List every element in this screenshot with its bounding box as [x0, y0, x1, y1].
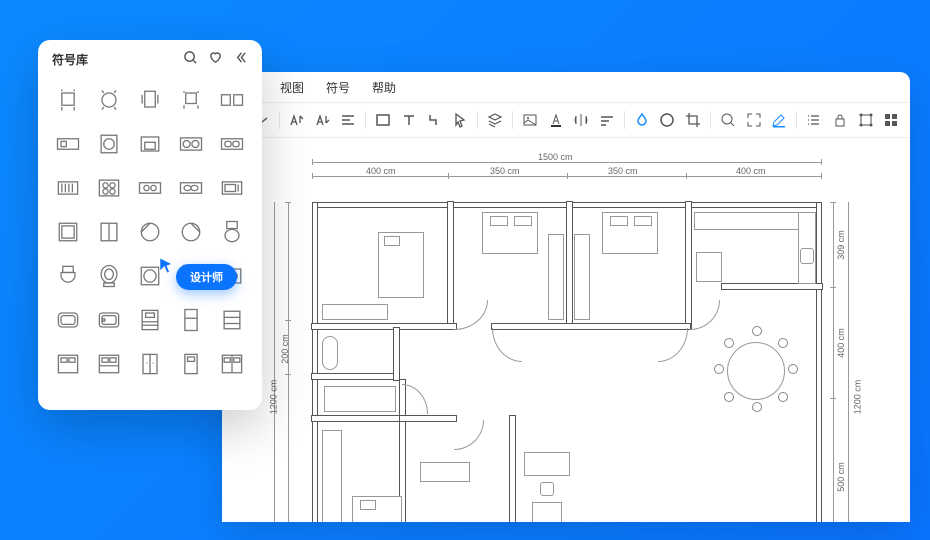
crop-icon[interactable] — [684, 111, 702, 129]
sym-toilet-side2[interactable] — [48, 256, 87, 296]
menu-help[interactable]: 帮助 — [372, 79, 396, 96]
shape-circle-icon[interactable] — [659, 111, 677, 129]
panel-title: 符号库 — [52, 51, 88, 68]
dim-total-w: 1500 cm — [538, 152, 573, 162]
sym-door-arc-l[interactable] — [130, 212, 169, 252]
symbol-grid — [38, 78, 262, 394]
dim-r2: 400 cm — [836, 328, 846, 358]
dim-w2: 350 cm — [490, 166, 520, 176]
dim-l-total: 1200 cm — [268, 380, 278, 415]
sym-oven[interactable] — [130, 124, 169, 164]
sym-bed-double2[interactable] — [89, 344, 128, 384]
dim-r3: 500 cm — [836, 462, 846, 492]
sym-wardrobe[interactable] — [130, 344, 169, 384]
sym-chair-arm[interactable] — [130, 80, 169, 120]
symbol-panel: 符号库 — [38, 40, 262, 410]
zoom-icon[interactable] — [719, 111, 737, 129]
cursor-label: 设计师 — [176, 264, 237, 290]
sym-toilet-top[interactable] — [89, 256, 128, 296]
app-window: 样式 视图 符号 帮助 12 — [222, 72, 910, 522]
sym-sink2[interactable] — [213, 124, 252, 164]
font-size-up-icon[interactable] — [288, 111, 306, 129]
sym-door-rect[interactable] — [48, 212, 87, 252]
sym-double-square[interactable] — [213, 80, 252, 120]
sym-bed-twin[interactable] — [213, 344, 252, 384]
dim-w3: 350 cm — [608, 166, 638, 176]
more-icon[interactable] — [882, 111, 900, 129]
collapse-icon[interactable] — [233, 50, 248, 68]
align-icon[interactable] — [340, 111, 358, 129]
sym-microwave[interactable] — [213, 168, 252, 208]
cursor-pointer-icon — [158, 256, 176, 279]
dim-r1: 309 cm — [836, 230, 846, 260]
rect-icon[interactable] — [374, 111, 392, 129]
sym-door-arc-r[interactable] — [172, 212, 211, 252]
sym-dresser[interactable] — [213, 300, 252, 340]
lock-icon[interactable] — [831, 111, 849, 129]
sym-stool[interactable] — [172, 80, 211, 120]
sym-desk[interactable] — [48, 124, 87, 164]
flip-h-icon[interactable] — [572, 111, 590, 129]
dim-w1: 400 cm — [366, 166, 396, 176]
menu-symbol[interactable]: 符号 — [326, 79, 350, 96]
menu-view[interactable]: 视图 — [280, 79, 304, 96]
connector-icon[interactable] — [426, 111, 444, 129]
fullscreen-icon[interactable] — [745, 111, 763, 129]
image-icon[interactable] — [521, 111, 539, 129]
toolbar: 12 — [222, 102, 910, 138]
sym-bed-single2[interactable] — [172, 344, 211, 384]
dim-w4: 400 cm — [736, 166, 766, 176]
select-all-icon[interactable] — [857, 111, 875, 129]
canvas[interactable]: 1500 cm 400 cm 350 cm 350 cm 400 cm 200 … — [260, 150, 910, 522]
heart-icon[interactable] — [208, 50, 223, 68]
sym-chair-round[interactable] — [89, 80, 128, 120]
font-size-down-icon[interactable] — [314, 111, 332, 129]
line-style-icon[interactable] — [598, 111, 616, 129]
sym-tub1[interactable] — [48, 300, 87, 340]
sym-cooktop4[interactable] — [89, 168, 128, 208]
sym-washer[interactable] — [89, 124, 128, 164]
sym-cooktop-oval[interactable] — [172, 168, 211, 208]
search-icon[interactable] — [183, 50, 198, 68]
sym-grill[interactable] — [48, 168, 87, 208]
sym-tub2[interactable] — [89, 300, 128, 340]
sym-bed-lines[interactable] — [130, 300, 169, 340]
pointer-icon[interactable] — [451, 111, 469, 129]
sym-toilet-side[interactable] — [213, 212, 252, 252]
list-icon[interactable] — [805, 111, 823, 129]
layers-icon[interactable] — [486, 111, 504, 129]
dim-r-total: 1200 cm — [852, 380, 862, 415]
sym-door-split[interactable] — [89, 212, 128, 252]
font-color-icon[interactable] — [547, 111, 565, 129]
sym-cooktop2[interactable] — [130, 168, 169, 208]
sym-bed-double1[interactable] — [48, 344, 87, 384]
sym-stove2[interactable] — [172, 124, 211, 164]
pen-icon[interactable] — [770, 111, 788, 129]
text-icon[interactable] — [400, 111, 418, 129]
sym-fridge[interactable] — [172, 300, 211, 340]
dim-l1: 200 cm — [280, 334, 290, 364]
fill-color-icon[interactable] — [633, 111, 651, 129]
sym-chair-square[interactable] — [48, 80, 87, 120]
menubar: 样式 视图 符号 帮助 — [222, 72, 910, 102]
